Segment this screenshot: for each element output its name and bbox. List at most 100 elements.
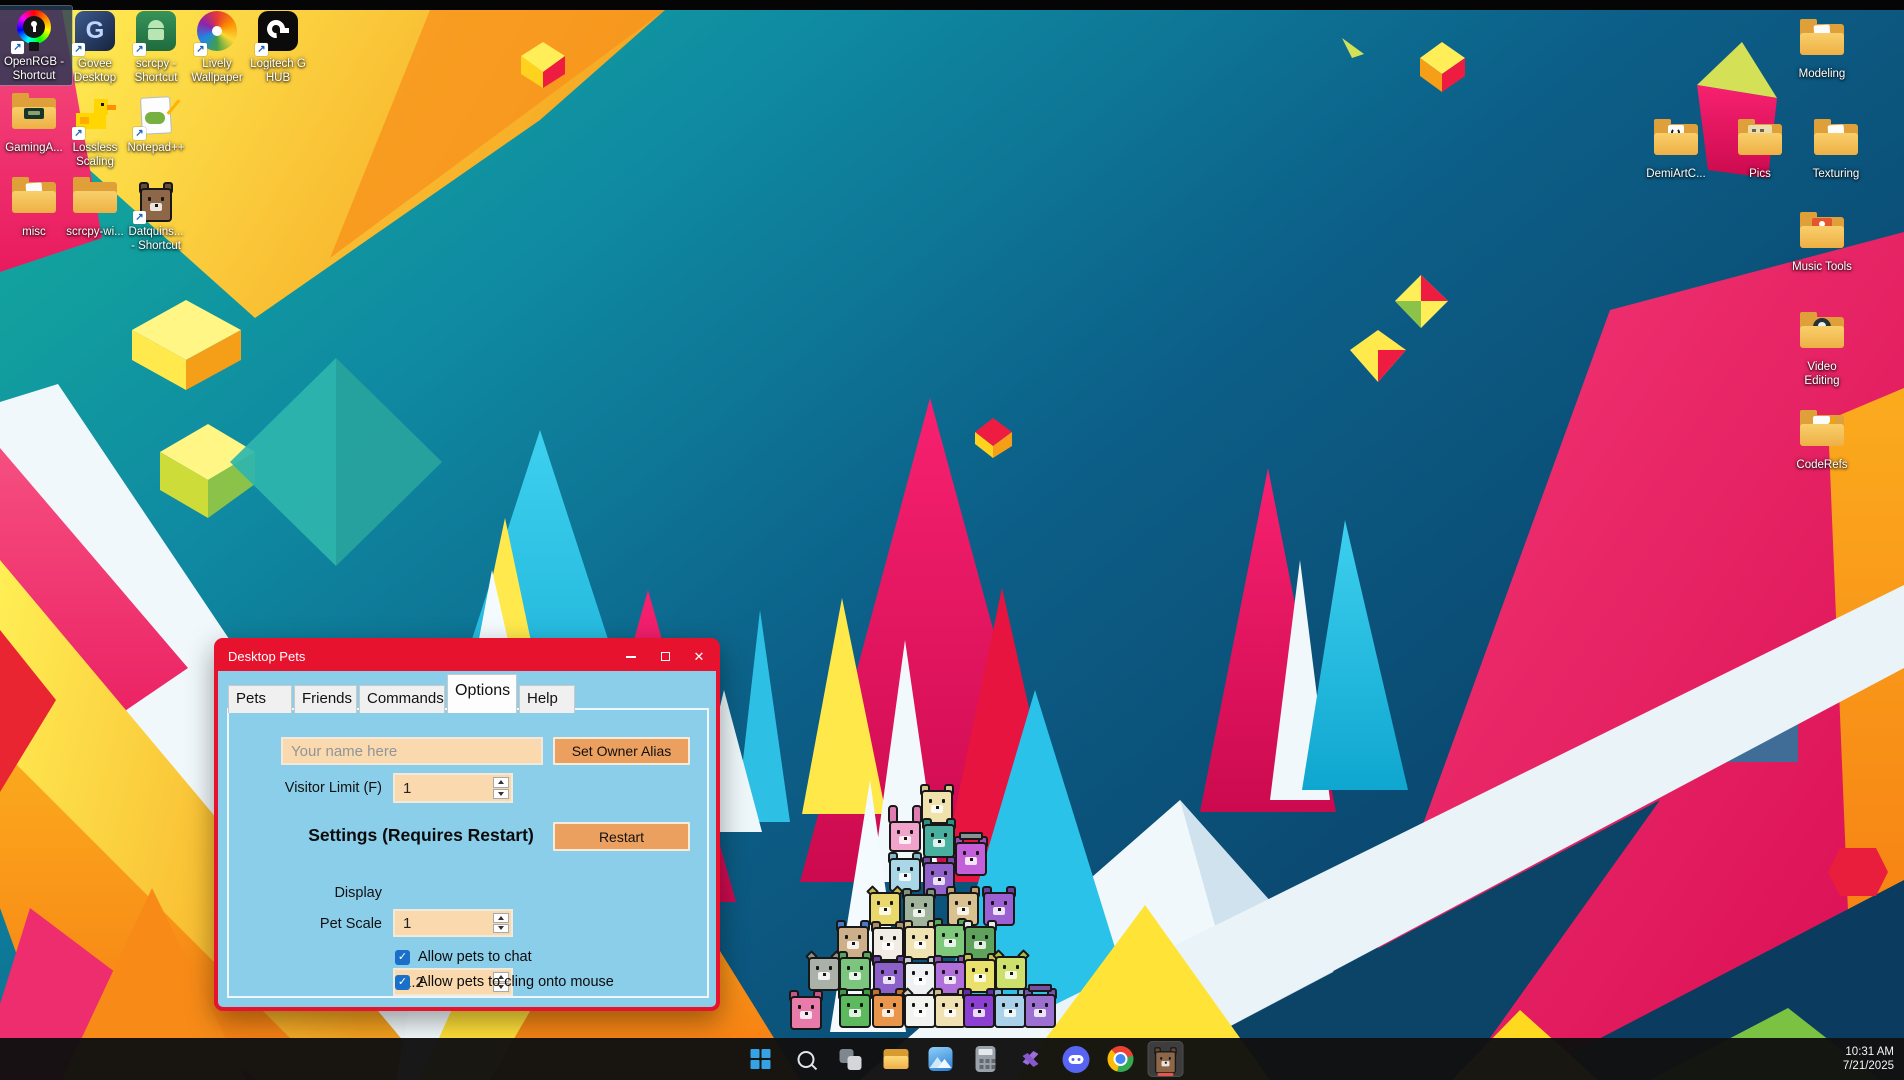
folder-icon bbox=[11, 179, 57, 215]
tab-pets[interactable]: Pets bbox=[228, 685, 292, 713]
pet-eye-icon bbox=[912, 971, 915, 975]
minimize-button[interactable] bbox=[614, 642, 648, 671]
desktop-icon-notepad[interactable]: ↗Notepad++ bbox=[118, 92, 194, 158]
pet-eye-icon bbox=[880, 936, 883, 940]
gaming-folder-icon bbox=[11, 95, 57, 131]
allow-chat-checkbox[interactable]: ✓ bbox=[395, 950, 410, 965]
desktop-icon-texturing[interactable]: Texturing bbox=[1798, 118, 1874, 184]
calculator-icon bbox=[976, 1046, 996, 1072]
taskbar-discord-button[interactable] bbox=[1058, 1041, 1094, 1077]
maximize-button[interactable] bbox=[648, 642, 682, 671]
pet-body bbox=[923, 824, 955, 858]
pet-body bbox=[963, 994, 995, 1028]
desktop-pet[interactable] bbox=[933, 916, 967, 958]
desktop-icon-coderefs[interactable]: CodeRefs bbox=[1784, 409, 1860, 475]
taskbar-center bbox=[743, 1038, 1184, 1080]
pet-eye-icon bbox=[910, 830, 913, 834]
pet-body bbox=[955, 842, 987, 876]
video-folder-icon bbox=[1799, 314, 1845, 350]
spin-up-button[interactable] bbox=[493, 777, 509, 788]
taskbar-calculator-button[interactable] bbox=[968, 1041, 1004, 1077]
taskbar-search-button[interactable] bbox=[788, 1041, 824, 1077]
desktop-icon-video[interactable]: VideoEditing bbox=[1784, 311, 1860, 390]
visitor-limit-value: 1 bbox=[403, 775, 411, 801]
desktop-pet[interactable] bbox=[962, 986, 996, 1028]
pet-muzzle-icon bbox=[899, 836, 911, 844]
pet-body bbox=[889, 821, 921, 852]
pet-eye-icon bbox=[955, 970, 958, 974]
taskbar-chrome-button[interactable] bbox=[1103, 1041, 1139, 1077]
set-owner-alias-button[interactable]: Set Owner Alias bbox=[553, 737, 690, 765]
search-icon bbox=[797, 1051, 814, 1068]
desktop-icon-demiartc[interactable]: DemiArtC... bbox=[1638, 118, 1714, 184]
display-value: 1 bbox=[403, 911, 411, 935]
taskbar-visual-studio-button[interactable] bbox=[1013, 1041, 1049, 1077]
pet-eye-icon bbox=[963, 851, 966, 855]
desktop-pet[interactable] bbox=[807, 949, 841, 991]
pet-eye-icon bbox=[1169, 1057, 1171, 1060]
desktop-icon-modeling[interactable]: Modeling bbox=[1784, 18, 1860, 84]
pet-body bbox=[1024, 994, 1056, 1028]
pet-body bbox=[872, 994, 904, 1028]
desktop-pet[interactable] bbox=[871, 986, 905, 1028]
pet-muzzle-icon bbox=[882, 1009, 894, 1017]
pet-eye-icon bbox=[845, 935, 848, 939]
desktop-pet[interactable] bbox=[954, 834, 988, 876]
desktop-pet[interactable] bbox=[903, 986, 937, 1028]
tab-friends[interactable]: Friends bbox=[294, 685, 357, 713]
window-titlebar[interactable]: Desktop Pets ✕ bbox=[218, 642, 716, 671]
taskbar-start-button[interactable] bbox=[743, 1041, 779, 1077]
pet-body bbox=[995, 956, 1027, 990]
taskbar-task-view-button[interactable] bbox=[833, 1041, 869, 1077]
allow-cling-checkbox[interactable]: ✓ bbox=[395, 975, 410, 990]
spin-up-button[interactable] bbox=[493, 913, 509, 923]
owner-name-input[interactable] bbox=[281, 737, 543, 765]
desktop-pet[interactable] bbox=[888, 810, 922, 852]
desktop-pet[interactable] bbox=[994, 948, 1028, 990]
desktop-pet[interactable] bbox=[993, 986, 1027, 1028]
pet-muzzle-icon bbox=[973, 1009, 985, 1017]
desktop-icon-label: Music Tools bbox=[1784, 261, 1860, 275]
visual-studio-icon bbox=[1019, 1047, 1043, 1071]
desktop-icon-datquins[interactable]: ↗Datquins...- Shortcut bbox=[118, 176, 194, 255]
pet-eye-icon bbox=[972, 935, 975, 939]
tab-options[interactable]: Options bbox=[447, 674, 517, 713]
desktop-pet[interactable] bbox=[838, 986, 872, 1028]
desktop-pet[interactable] bbox=[838, 949, 872, 991]
pet-muzzle-icon bbox=[965, 857, 977, 865]
shortcut-arrow-icon: ↗ bbox=[72, 43, 85, 56]
close-button[interactable]: ✕ bbox=[682, 642, 716, 671]
restart-button[interactable]: Restart bbox=[553, 822, 690, 851]
pet-eye-icon bbox=[1032, 1003, 1035, 1007]
desktop-pet[interactable] bbox=[1023, 986, 1057, 1028]
pet-eye-icon bbox=[971, 1003, 974, 1007]
tab-help[interactable]: Help bbox=[519, 685, 575, 713]
spin-down-button[interactable] bbox=[493, 789, 509, 800]
desktop-icon-music-tools[interactable]: Music Tools bbox=[1784, 211, 1860, 277]
pet-eye-icon bbox=[991, 901, 994, 905]
visitor-limit-label: Visitor Limit (F) bbox=[228, 773, 382, 803]
taskbar-file-explorer-button[interactable] bbox=[878, 1041, 914, 1077]
pet-eye-icon bbox=[148, 197, 151, 201]
desktop-pet[interactable] bbox=[922, 816, 956, 858]
pictures-folder-icon bbox=[1737, 121, 1783, 157]
spin-down-button[interactable] bbox=[493, 924, 509, 934]
desktop-pet[interactable] bbox=[789, 988, 823, 1030]
pet-eye-icon bbox=[847, 1003, 850, 1007]
pet-body bbox=[1155, 1051, 1176, 1073]
pet-muzzle-icon bbox=[882, 942, 894, 950]
desktop-icon-label: Modeling bbox=[1784, 68, 1860, 82]
visitor-limit-spinbox[interactable]: 1 bbox=[393, 773, 513, 803]
desktop-icon-logitech-g[interactable]: ↗Logitech GHUB bbox=[240, 6, 316, 87]
taskbar-photos-button[interactable] bbox=[923, 1041, 959, 1077]
chrome-icon bbox=[1108, 1046, 1134, 1072]
tab-commands[interactable]: Commands bbox=[359, 685, 445, 713]
desktop-icon-pics[interactable]: Pics bbox=[1722, 118, 1798, 184]
taskbar-clock[interactable]: 10:31 AM 7/21/2025 bbox=[1843, 1045, 1894, 1073]
pet-eye-icon bbox=[944, 833, 947, 837]
taskbar-desktop-pets-button[interactable] bbox=[1148, 1041, 1184, 1077]
display-spinbox[interactable]: 1 bbox=[393, 909, 513, 937]
pet-muzzle-icon bbox=[899, 873, 911, 881]
pet-muzzle-icon bbox=[914, 941, 926, 949]
pet-eye-icon bbox=[924, 903, 927, 907]
